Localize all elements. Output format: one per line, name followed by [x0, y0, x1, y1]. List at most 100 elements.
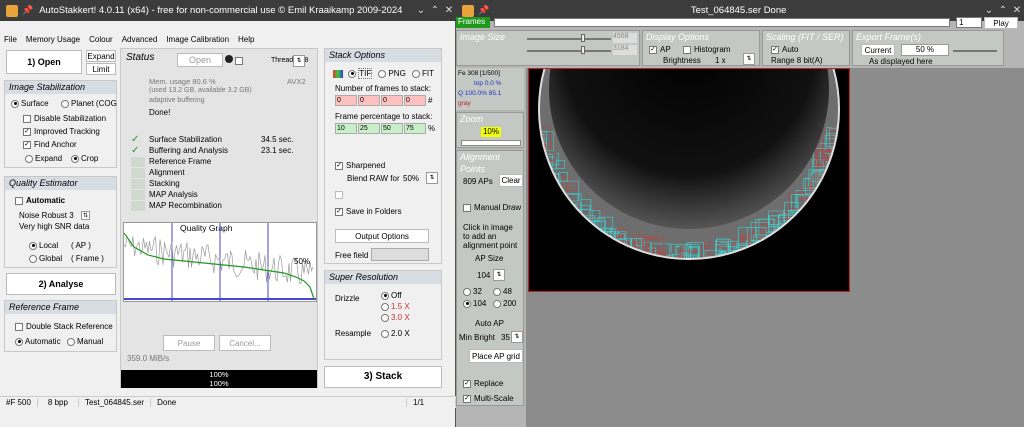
close-icon[interactable]: ✕ — [442, 5, 456, 16]
analyse-button[interactable]: 2) Analyse — [6, 273, 116, 295]
frames-label: Frames — [456, 17, 490, 28]
disabled-checkbox[interactable] — [335, 190, 346, 199]
free-field-input[interactable] — [371, 248, 429, 261]
height-value[interactable]: 3184 — [613, 45, 637, 55]
toggle-icon[interactable] — [225, 55, 246, 65]
minimize-icon[interactable]: ⌄ — [414, 5, 428, 16]
export-slider[interactable] — [953, 50, 997, 52]
reference-frame-panel: Reference Frame Double Stack Reference A… — [4, 300, 117, 352]
width-knob[interactable] — [581, 34, 585, 42]
place-ap-grid-button[interactable]: Place AP grid — [469, 349, 523, 363]
expand-radio[interactable]: Expand — [25, 154, 62, 163]
width-value[interactable]: 4568 — [613, 33, 637, 43]
step-label: Alignment — [149, 168, 185, 178]
png-radio[interactable] — [378, 69, 387, 78]
drizzle-30-radio[interactable]: 3.0 X — [381, 313, 410, 322]
viewer-maximize-icon[interactable]: ⌃ — [996, 5, 1010, 16]
size-32-radio[interactable]: 32 — [463, 287, 482, 296]
menu-calibration[interactable]: Image Calibration — [166, 35, 229, 44]
manual-draw-checkbox[interactable]: Manual Draw — [463, 203, 521, 212]
crop-radio[interactable]: Crop — [71, 154, 98, 163]
pct-3[interactable]: 50 — [381, 123, 403, 134]
image-view-area[interactable] — [526, 68, 1024, 427]
resample-20-radio[interactable]: 2.0 X — [381, 329, 410, 338]
size-104-radio[interactable]: 104 — [463, 299, 486, 308]
frame-slider[interactable] — [494, 18, 950, 27]
ap-checkbox[interactable]: ✓ AP — [649, 45, 671, 54]
automatic-quality-checkbox[interactable]: Automatic — [15, 196, 65, 205]
min-bright-stepper[interactable]: ⇅ — [511, 331, 523, 343]
output-options-button[interactable]: Output Options — [335, 229, 429, 243]
viewer-minimize-icon[interactable]: ⌄ — [982, 5, 996, 16]
ref-automatic-radio[interactable]: Automatic — [15, 337, 61, 346]
nframes-3[interactable]: 0 — [381, 95, 403, 106]
height-knob[interactable] — [581, 46, 585, 54]
pct-1[interactable]: 10 — [335, 123, 357, 134]
status-open-button[interactable]: Open — [177, 53, 223, 67]
local-radio[interactable]: Local — [29, 241, 58, 250]
double-stack-checkbox[interactable]: Double Stack Reference — [15, 322, 113, 331]
menu-help[interactable]: Help — [238, 35, 254, 44]
clear-ap-button[interactable]: Clear — [499, 174, 523, 187]
progress-bars: 100% 100% — [121, 370, 317, 388]
histogram-checkbox[interactable]: Histogram — [683, 45, 730, 54]
step-label: Buffering and Analysis — [149, 146, 229, 156]
menu-colour[interactable]: Colour — [89, 35, 113, 44]
size-48-radio[interactable]: 48 — [493, 287, 512, 296]
replace-checkbox[interactable]: ✓ Replace — [463, 379, 503, 388]
pause-button[interactable]: Pause — [163, 335, 215, 351]
moon-image[interactable] — [528, 68, 850, 292]
find-anchor-checkbox[interactable]: ✓ Find Anchor — [23, 140, 77, 149]
fit-radio[interactable] — [412, 69, 421, 78]
drizzle-15-radio[interactable]: 1.5 X — [381, 302, 410, 311]
threads-stepper[interactable]: ⇅ — [293, 55, 305, 67]
ap-size-stepper[interactable]: ⇅ — [493, 269, 505, 281]
zoom-slider[interactable] — [461, 140, 521, 146]
multiscale-checkbox[interactable]: ✓ Multi-Scale — [463, 394, 514, 403]
planet-radio[interactable]: Planet (COG — [61, 99, 117, 108]
blend-stepper[interactable]: ⇅ — [426, 172, 438, 184]
export-pct-input[interactable]: 50 % — [901, 44, 949, 56]
viewer-pin-icon[interactable]: 📌 — [478, 5, 489, 16]
play-button[interactable]: Play — [984, 17, 1018, 29]
tif-radio[interactable] — [348, 69, 357, 78]
done-label: Done! — [149, 108, 171, 117]
global-frame-label: ( Frame ) — [71, 254, 104, 263]
limit-button[interactable]: Limit — [86, 63, 116, 75]
noise-stepper[interactable]: ⇅ — [81, 211, 90, 220]
open-button[interactable]: 1) Open — [6, 50, 82, 74]
auto-checkbox[interactable]: ✓ Auto — [771, 45, 798, 54]
viewer-app-icon — [462, 4, 474, 17]
menu-advanced[interactable]: Advanced — [122, 35, 158, 44]
frame-number-input[interactable]: 1 — [956, 17, 982, 28]
export-current-button[interactable]: Current — [861, 44, 895, 56]
pct-2[interactable]: 25 — [358, 123, 380, 134]
disable-stabilization-checkbox[interactable]: Disable Stabilization — [23, 114, 106, 123]
nframes-4[interactable]: 0 — [404, 95, 426, 106]
global-radio[interactable]: Global — [29, 254, 62, 263]
ref-manual-radio[interactable]: Manual — [67, 337, 103, 346]
sharpened-checkbox[interactable]: ✓ Sharpened — [335, 161, 385, 170]
width-slider[interactable] — [527, 38, 611, 40]
maximize-icon[interactable]: ⌃ — [428, 5, 442, 16]
nframes-1[interactable]: 0 — [335, 95, 357, 106]
height-slider[interactable] — [527, 50, 611, 52]
alignment-points-header: Alignment Points — [460, 152, 501, 174]
menu-memory[interactable]: Memory Usage — [26, 35, 80, 44]
improved-tracking-checkbox[interactable]: ✓ Improved Tracking — [23, 127, 100, 136]
brightness-stepper[interactable]: ⇅ — [743, 53, 755, 65]
expand-button[interactable]: Expand — [86, 50, 116, 62]
size-200-radio[interactable]: 200 — [493, 299, 516, 308]
nframes-2[interactable]: 0 — [358, 95, 380, 106]
save-folders-checkbox[interactable]: ✓ Save in Folders — [335, 207, 402, 216]
pct-4[interactable]: 75 — [404, 123, 426, 134]
pin-icon[interactable]: 📌 — [22, 5, 33, 16]
menu-file[interactable]: File — [4, 35, 17, 44]
surface-radio[interactable]: Surface — [11, 99, 49, 108]
drizzle-off-radio[interactable]: Off — [381, 291, 402, 300]
viewer-close-icon[interactable]: ✕ — [1010, 5, 1024, 16]
step-label: Stacking — [149, 179, 180, 189]
stack-button[interactable]: 3) Stack — [324, 366, 442, 388]
cancel-button[interactable]: Cancel... — [219, 335, 271, 351]
quality-graph: Quality Graph 50% — [123, 222, 317, 302]
